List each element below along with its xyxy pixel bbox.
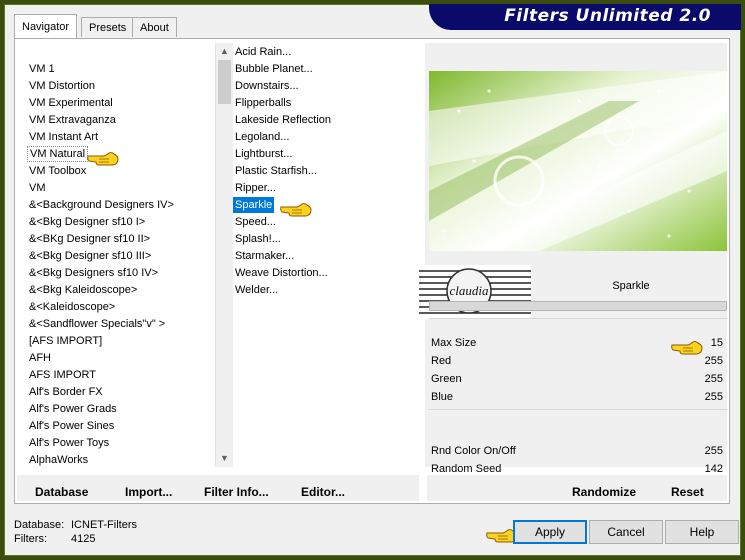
category-item[interactable]: &<Bkg Designer sf10 III> [27,248,153,264]
category-item[interactable]: VM [27,180,48,196]
filters-label: Filters: [14,533,47,545]
category-item[interactable]: VM Experimental [27,95,115,111]
filter-item[interactable]: Lakeside Reflection [233,112,333,128]
filters-count: 4125 [71,533,96,545]
param-label: Max Size [431,337,477,349]
title-bar: Filters Unlimited 2.0 [429,4,741,30]
param-rnd-color[interactable]: Rnd Color On/Off 255 [431,443,727,459]
category-item[interactable]: &<Bkg Designer sf10 I> [27,214,147,230]
category-item[interactable]: VM 1 [27,61,57,77]
category-item[interactable]: &<BKg Designer sf10 II> [27,231,152,247]
param-blue[interactable]: Blue 255 [431,389,727,405]
category-item[interactable]: VM Distortion [27,78,97,94]
category-item[interactable]: &<Bkg Kaleidoscope> [27,282,139,298]
param-label: Rnd Color On/Off [431,445,516,457]
param-value[interactable]: 255 [705,353,723,369]
svg-text:claudia: claudia [450,283,489,298]
filter-item[interactable]: Ripper... [233,180,278,196]
import-button[interactable]: Import... [125,485,172,499]
category-item[interactable]: AFH [27,350,53,366]
category-item[interactable]: &<Kaleidoscope> [27,299,117,315]
filter-item[interactable]: Legoland... [233,129,291,145]
param-label: Green [431,373,462,385]
pointing-hand-icon [87,152,119,166]
filter-item[interactable]: Weave Distortion... [233,265,330,281]
filters-info: Filters: 4125 [14,533,95,545]
filter-item[interactable]: Flipperballs [233,95,293,111]
category-item[interactable]: [AFS IMPORT] [27,333,104,349]
filter-item[interactable]: Downstairs... [233,78,301,94]
tab-about[interactable]: About [132,17,177,37]
category-item[interactable]: AlphaWorks [27,452,90,467]
param-label: Red [431,355,452,367]
reset-button[interactable]: Reset [671,485,704,499]
tab-presets[interactable]: Presets [81,17,135,37]
param-value[interactable]: 255 [705,389,723,405]
database-value: ICNET-Filters [71,519,137,531]
window-title: Filters Unlimited 2.0 [504,6,711,26]
category-item[interactable]: Alf's Power Sines [27,418,116,434]
pointing-hand-icon [280,203,312,217]
param-value[interactable]: 15 [711,335,723,351]
pointing-hand-icon [671,341,703,355]
filter-item[interactable]: Sparkle [233,197,275,213]
apply-button[interactable]: Apply [513,520,587,544]
preview-pane: claudia Sparkle Max Size 15 Red 255 Gree… [419,43,727,475]
param-value[interactable]: 255 [705,371,723,387]
navigator-panel: VM 1 VM Distortion VM Experimental VM Extra… [14,38,730,504]
preview-image [429,71,727,251]
category-item[interactable]: &<Bkg Designers sf10 IV> [27,265,160,281]
param-value[interactable]: 255 [705,443,723,459]
divider [429,318,727,319]
category-list[interactable]: VM 1 VM Distortion VM Experimental VM Extra… [19,43,215,467]
filter-item[interactable]: Bubble Planet... [233,61,315,77]
filter-item[interactable]: Speed... [233,214,278,230]
category-item[interactable]: VM Natural [27,146,89,162]
category-item[interactable]: &<Background Designers IV> [27,197,176,213]
cancel-button[interactable]: Cancel [589,520,663,544]
editor-button[interactable]: Editor... [301,485,345,499]
filter-name-bar [429,301,727,311]
filter-item[interactable]: Acid Rain... [233,44,293,60]
filter-item[interactable]: Welder... [233,282,280,298]
filter-list[interactable]: Acid Rain... Bubble Planet... Downstairs..… [231,43,421,467]
category-item[interactable]: Alf's Border FX [27,384,105,400]
category-item[interactable]: Alf's Power Toys [27,435,111,451]
param-label: Random Seed [431,463,502,475]
randomize-button[interactable]: Randomize [572,485,636,499]
param-label: Blue [431,391,454,403]
database-button[interactable]: Database [35,485,88,499]
category-item[interactable]: &<Sandflower Specials"v" > [27,316,167,332]
param-green[interactable]: Green 255 [431,371,727,387]
filter-info-button[interactable]: Filter Info... [204,485,269,499]
database-label: Database: [14,519,65,531]
database-info: Database: ICNET-Filters [14,519,137,531]
divider [429,409,727,410]
filter-item[interactable]: Splash!... [233,231,283,247]
category-item[interactable]: Alf's Power Grads [27,401,119,417]
filter-name-display: Sparkle [535,275,727,297]
help-button[interactable]: Help [665,520,739,544]
filter-item[interactable]: Lightburst... [233,146,294,162]
category-item[interactable]: VM Instant Art [27,129,100,145]
category-item[interactable]: VM Toolbox [27,163,88,179]
category-item[interactable]: AFS IMPORT [27,367,98,383]
category-item[interactable]: VM Extravaganza [27,112,118,128]
filter-item[interactable]: Plastic Starfish... [233,163,319,179]
scroll-thumb[interactable] [218,60,231,104]
tab-navigator[interactable]: Navigator [14,14,78,38]
filter-item[interactable]: Starmaker... [233,248,296,264]
